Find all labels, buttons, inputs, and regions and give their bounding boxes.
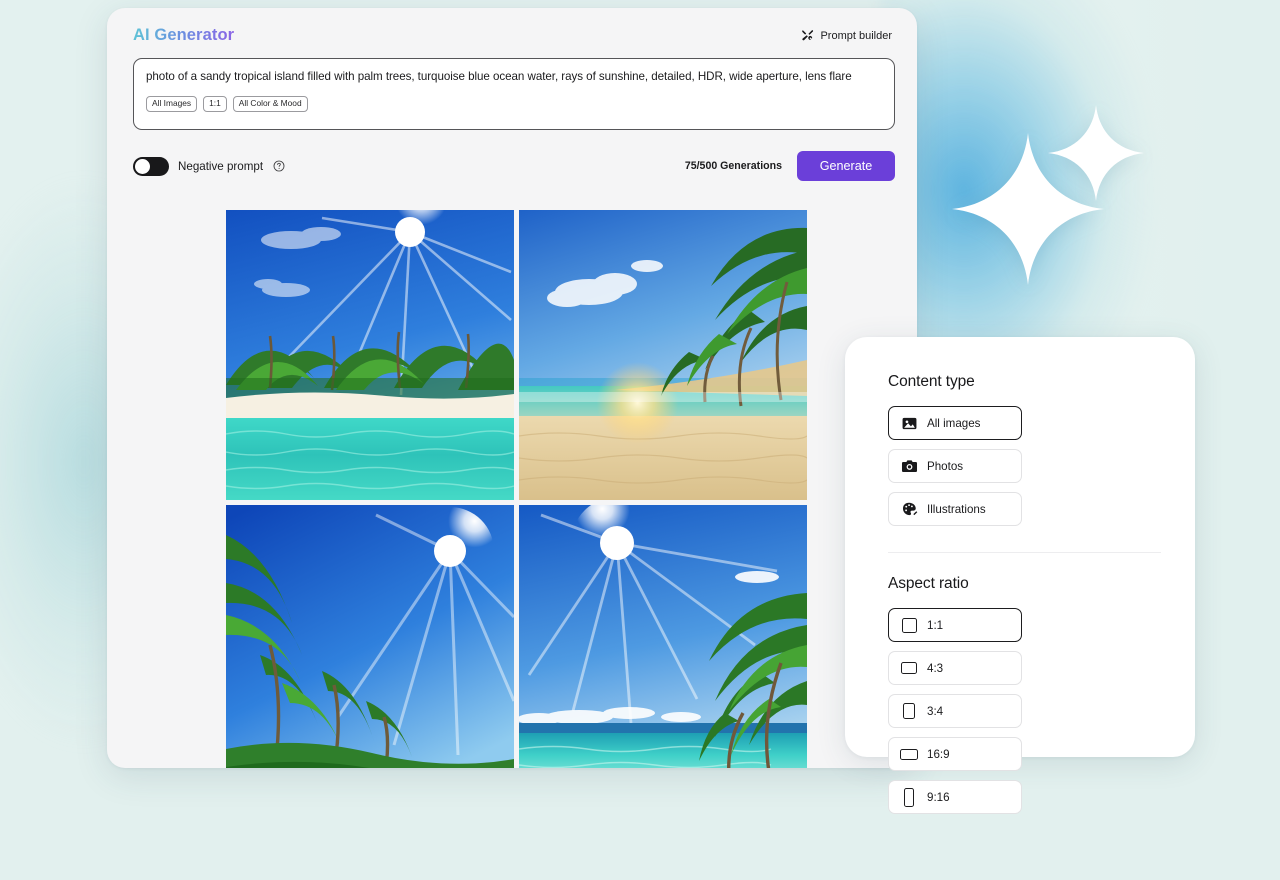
aspect-ratio-3-4-label: 3:4: [927, 704, 944, 718]
prompt-input-box[interactable]: photo of a sandy tropical island filled …: [133, 58, 895, 130]
generate-button[interactable]: Generate: [797, 151, 895, 181]
prompt-chip-all-images[interactable]: All Images: [146, 95, 198, 112]
aspect-ratio-options: 1:1 4:3 3:4 16:9 9:16: [888, 608, 1161, 814]
portrait-ratio-icon: [900, 702, 918, 720]
generated-images-grid: [226, 210, 807, 768]
aspect-ratio-4-3[interactable]: 4:3: [888, 651, 1022, 685]
prompt-chip-color-mood[interactable]: All Color & Mood: [232, 95, 308, 112]
palette-icon: [900, 500, 918, 518]
negative-prompt-toggle[interactable]: [133, 156, 169, 176]
landscape-ratio-icon: [900, 659, 918, 677]
prompt-input[interactable]: photo of a sandy tropical island filled …: [146, 69, 880, 85]
tall-ratio-icon: [900, 787, 918, 807]
aspect-ratio-1-1-label: 1:1: [927, 618, 944, 632]
generated-image-3[interactable]: [226, 505, 514, 768]
content-type-illustrations-label: Illustrations: [927, 502, 986, 516]
negative-prompt-label: Negative prompt: [178, 159, 264, 173]
camera-icon: [900, 457, 918, 475]
prompt-builder-label: Prompt builder: [820, 29, 892, 42]
square-ratio-icon: [900, 616, 918, 634]
generations-counter: 75/500 Generations: [684, 160, 782, 172]
prompt-chip-ratio[interactable]: 1:1: [203, 95, 227, 112]
wide-ratio-icon: [900, 745, 918, 763]
aspect-ratio-1-1[interactable]: 1:1: [888, 608, 1022, 642]
question-circle-icon[interactable]: [273, 160, 285, 172]
aspect-ratio-9-16[interactable]: 9:16: [888, 780, 1022, 814]
generated-image-2[interactable]: [519, 210, 807, 500]
generated-image-4[interactable]: [519, 505, 807, 768]
settings-panel: Content type All images Photos Illustrat…: [845, 337, 1195, 814]
content-type-illustrations[interactable]: Illustrations: [888, 492, 1022, 526]
page-title: AI Generator: [133, 26, 235, 44]
aspect-ratio-16-9-label: 16:9: [927, 747, 950, 761]
ai-generator-card: AI Generator Prompt builder photo of a s…: [107, 8, 917, 768]
content-type-all-images[interactable]: All images: [888, 406, 1022, 440]
panel-divider: [888, 552, 1161, 553]
negative-prompt-control[interactable]: Negative prompt: [133, 156, 285, 176]
sparkle-small-icon: [1048, 105, 1144, 201]
aspect-ratio-16-9[interactable]: 16:9: [888, 737, 1022, 771]
content-type-photos[interactable]: Photos: [888, 449, 1022, 483]
generate-area: 75/500 Generations Generate: [685, 151, 895, 181]
prompt-builder-button[interactable]: Prompt builder: [801, 29, 892, 42]
card-header: AI Generator Prompt builder: [107, 8, 917, 53]
content-type-all-images-label: All images: [927, 416, 981, 430]
content-type-options: All images Photos Illustrations: [888, 406, 1161, 526]
aspect-ratio-9-16-label: 9:16: [927, 790, 950, 804]
toggle-knob: [135, 158, 150, 174]
aspect-ratio-4-3-label: 4:3: [927, 661, 944, 675]
prompt-chip-list: All Images 1:1 All Color & Mood: [146, 95, 880, 112]
image-icon: [900, 414, 918, 432]
content-type-photos-label: Photos: [927, 459, 964, 473]
generated-image-1[interactable]: [226, 210, 514, 500]
generator-controls-row: Negative prompt 75/500 Generations Gener…: [133, 151, 895, 181]
aspect-ratio-3-4[interactable]: 3:4: [888, 694, 1022, 728]
tools-icon: [802, 30, 814, 41]
aspect-ratio-title: Aspect ratio: [888, 575, 969, 592]
content-type-title: Content type: [888, 373, 975, 390]
